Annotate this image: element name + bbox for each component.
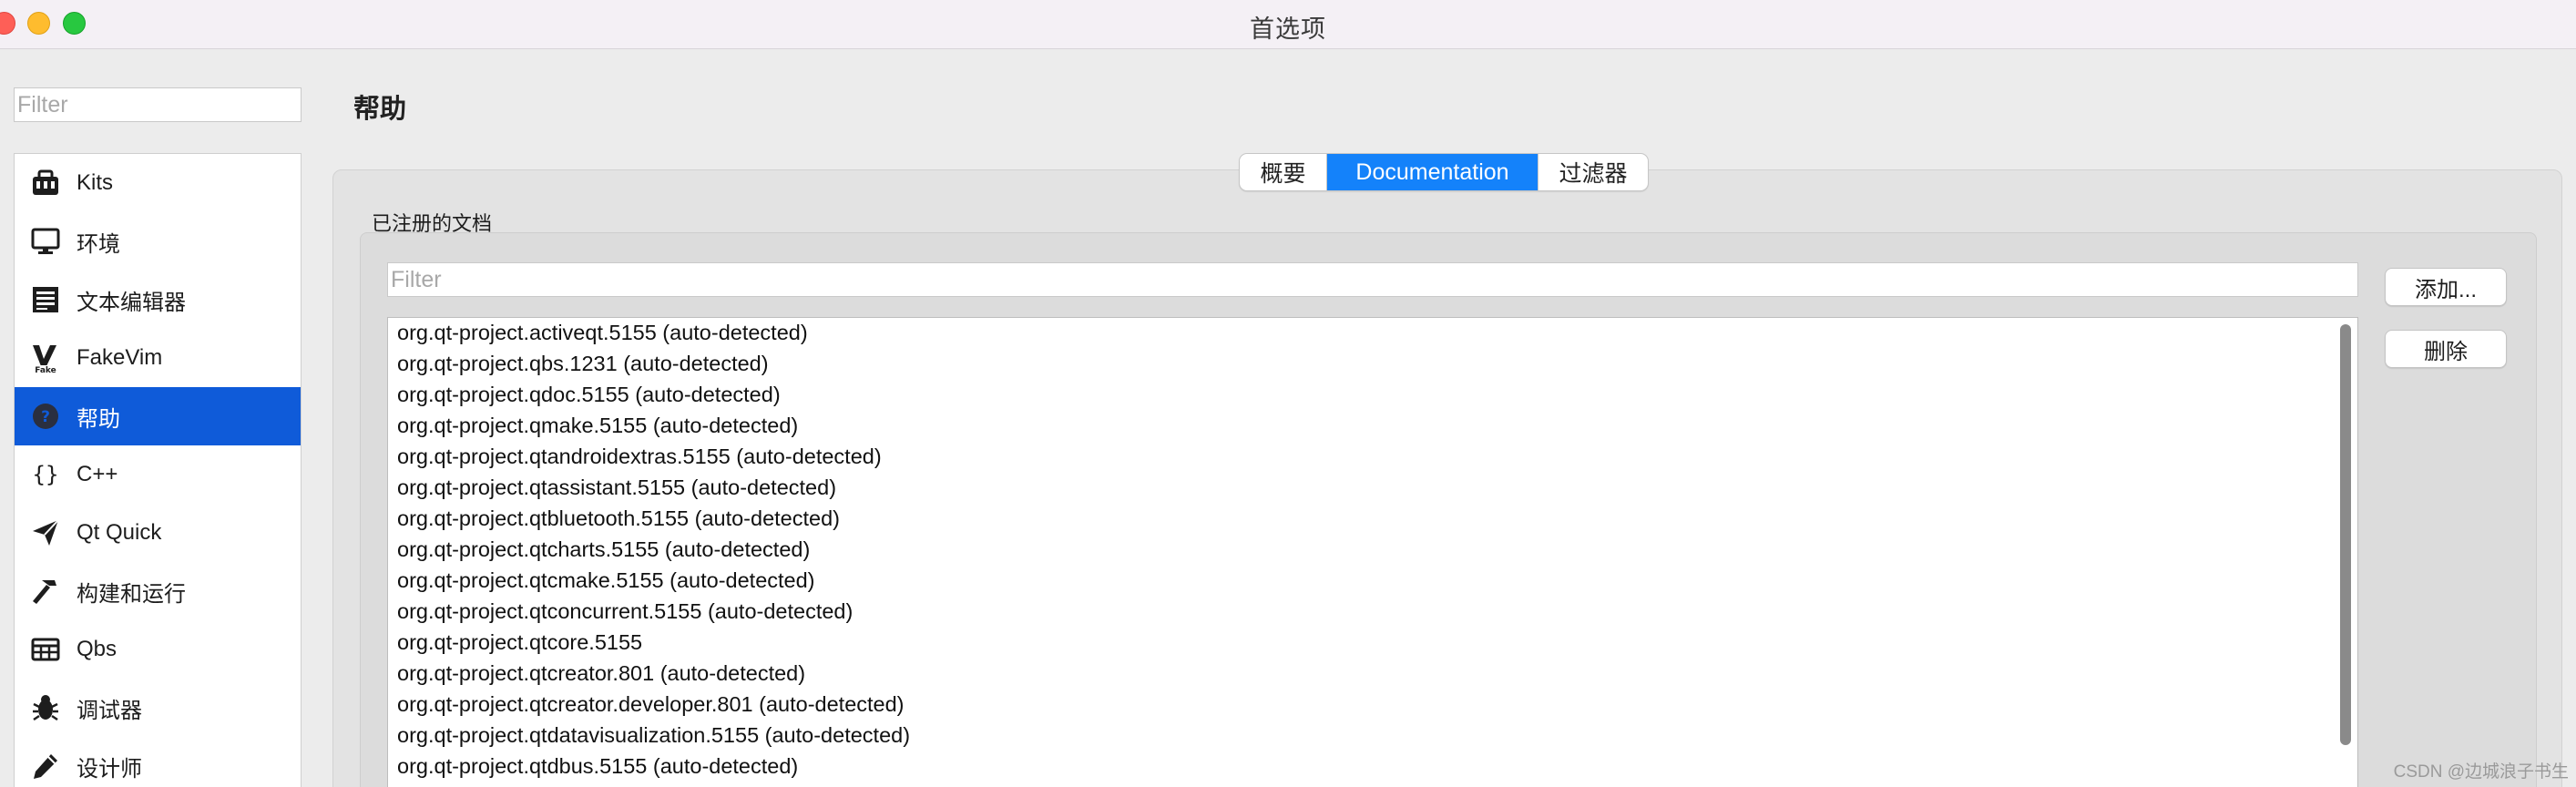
list-item[interactable]: org.qt-project.qtandroidextras.5155 (aut… (397, 445, 882, 469)
hammer-icon (30, 576, 61, 607)
list-item[interactable]: org.qt-project.qmake.5155 (auto-detected… (397, 414, 798, 438)
sidebar-item-label: Qt Quick (77, 520, 162, 545)
list-item[interactable]: org.qt-project.qbs.1231 (auto-detected) (397, 352, 769, 376)
sidebar-item-fakevim[interactable]: Fake FakeVim (15, 329, 301, 387)
help-icon: ? (30, 401, 61, 432)
qbs-icon (30, 634, 61, 665)
list-item[interactable]: org.qt-project.qtcmake.5155 (auto-detect… (397, 568, 815, 593)
sidebar-item-label: Qbs (77, 637, 118, 661)
list-item[interactable]: org.qt-project.qtcore.5155 (397, 630, 642, 655)
svg-text:?: ? (41, 408, 50, 426)
sidebar-item-label: 帮助 (77, 406, 120, 432)
sidebar-item-label: 环境 (77, 231, 120, 257)
pen-icon (30, 751, 61, 782)
sidebar-item-qt-quick[interactable]: Qt Quick (15, 504, 301, 562)
list-item[interactable]: org.qt-project.qtcreator.801 (auto-detec… (397, 661, 805, 686)
sidebar-item-label: Kits (77, 170, 114, 195)
braces-icon: {} (30, 459, 61, 490)
sidebar-category-list: Kits 环境 文本编辑器 Fake FakeVim ? 帮助 {} C++ Q… (14, 153, 302, 787)
list-item[interactable]: org.qt-project.qtconcurrent.5155 (auto-d… (397, 599, 853, 624)
watermark: CSDN @边城浪子书生 (2393, 762, 2569, 782)
sidebar-item-kits[interactable]: Kits (15, 154, 301, 212)
sidebar-item-environment[interactable]: 环境 (15, 212, 301, 271)
sidebar-item-label: 设计师 (77, 756, 142, 782)
fakevim-icon: Fake (30, 342, 61, 373)
svg-text:Fake: Fake (35, 366, 56, 373)
sidebar-item-debugger[interactable]: 调试器 (15, 679, 301, 737)
text-editor-icon (30, 284, 61, 315)
list-item[interactable]: org.qt-project.qtbluetooth.5155 (auto-de… (397, 506, 840, 531)
list-item[interactable]: org.qt-project.qtcreator.developer.801 (… (397, 692, 905, 717)
sidebar-item-label: FakeVim (77, 345, 163, 370)
remove-doc-button[interactable]: 删除 (2385, 330, 2507, 368)
sidebar-item-label: C++ (77, 462, 118, 486)
list-item[interactable]: org.qt-project.qtdatavisualization.5155 … (397, 723, 910, 748)
tab-documentation[interactable]: Documentation (1327, 154, 1538, 190)
sidebar-item-designer[interactable]: 设计师 (15, 737, 301, 787)
sidebar-filter-input[interactable] (14, 87, 302, 122)
list-item[interactable]: org.qt-project.activeqt.5155 (auto-detec… (397, 321, 808, 345)
sidebar-item-label: 构建和运行 (77, 581, 186, 607)
sidebar-item-text-editor[interactable]: 文本编辑器 (15, 271, 301, 329)
title-bar: 首选项 (0, 0, 2576, 49)
list-item[interactable]: org.qt-project.qtassistant.5155 (auto-de… (397, 475, 836, 500)
sidebar-item-label: 文本编辑器 (77, 290, 186, 315)
sidebar-item-qbs[interactable]: Qbs (15, 620, 301, 679)
page-title: 帮助 (353, 95, 407, 124)
window-title: 首选项 (1250, 15, 1326, 43)
paper-plane-icon (30, 517, 61, 548)
docs-scrollbar-thumb[interactable] (2340, 324, 2351, 745)
kits-icon (30, 168, 61, 199)
list-item[interactable]: org.qt-project.qdoc.5155 (auto-detected) (397, 383, 781, 407)
tab-overview[interactable]: 概要 (1240, 154, 1327, 190)
tab-bar: 概要 Documentation 过滤器 (1239, 153, 1649, 191)
docs-list[interactable]: org.qt-project.activeqt.5155 (auto-detec… (387, 317, 2358, 787)
docs-filter-input[interactable] (387, 262, 2358, 297)
list-item[interactable]: org.qt-project.qtcharts.5155 (auto-detec… (397, 537, 810, 562)
list-item[interactable]: org.qt-project.qtdbus.5155 (auto-detecte… (397, 754, 798, 779)
sidebar-item-cpp[interactable]: {} C++ (15, 445, 301, 504)
monitor-icon (30, 226, 61, 257)
preferences-window: 首选项 Kits 环境 文本编辑器 Fake FakeVim (0, 0, 2576, 787)
bug-icon (30, 692, 61, 723)
sidebar-item-label: 调试器 (77, 698, 142, 723)
add-doc-button[interactable]: 添加... (2385, 268, 2507, 306)
sidebar-item-build-run[interactable]: 构建和运行 (15, 562, 301, 620)
tab-filters[interactable]: 过滤器 (1538, 154, 1648, 190)
svg-text:{}: {} (33, 462, 59, 487)
sidebar-item-help[interactable]: ? 帮助 (15, 387, 301, 445)
